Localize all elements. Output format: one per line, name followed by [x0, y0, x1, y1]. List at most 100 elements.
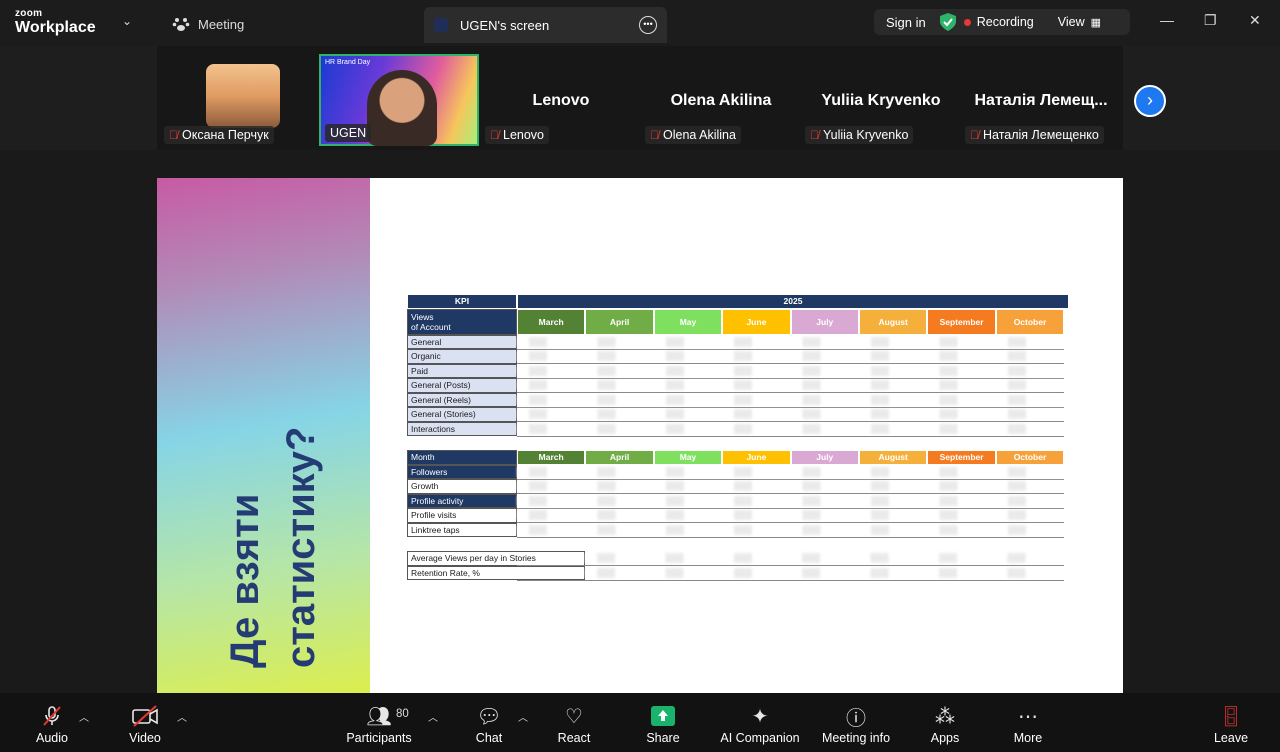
react-button[interactable]: ♡ React	[534, 703, 614, 746]
month-header: August	[859, 450, 928, 465]
month-header: May	[653, 450, 723, 465]
row-label: Linktree taps	[407, 522, 517, 537]
ai-companion-label: AI Companion	[720, 731, 800, 745]
month-header: July	[790, 308, 859, 335]
table-row: Profile visits	[407, 508, 1069, 523]
screen-tab-label: UGEN's screen	[460, 17, 550, 33]
video-off-icon	[105, 703, 185, 729]
video-button[interactable]: Video	[105, 703, 185, 745]
apps-label: Apps	[930, 731, 960, 745]
blurred-values	[517, 510, 1064, 520]
chevron-down-icon[interactable]: ⌄	[122, 14, 132, 28]
shared-screen: Де взяти статистику? KPI 2025 Views of A…	[0, 150, 1280, 693]
ai-companion-button[interactable]: ✦ AI Companion	[715, 703, 805, 746]
table-row: Interactions	[407, 421, 1069, 437]
share-button[interactable]: Share	[623, 703, 703, 745]
meeting-toolbar: Audio ︿ Video ︿ 👥︎ Participants 80 ︿ 💬︎ …	[0, 693, 1280, 752]
month-header: October	[995, 450, 1065, 465]
participant-name: UGEN	[330, 126, 367, 140]
views-rows: General Organic Paid General (Posts) General…	[407, 334, 1069, 437]
row-label: General (Posts)	[407, 378, 517, 393]
blurred-values	[585, 567, 1064, 578]
month-header: September	[927, 308, 996, 335]
slide-title-panel: Де взяти статистику?	[157, 178, 370, 693]
table-row: General (Posts)	[407, 378, 1069, 393]
hr-brand-day-overlay: HR Brand Day	[325, 59, 371, 66]
zoom-logo[interactable]: zoom Workplace	[15, 9, 96, 36]
info-icon: ⓘ	[846, 707, 866, 730]
extra-rows: Average Views per day in Stories Retentio…	[407, 551, 1069, 581]
participant-name: Lenovo	[503, 128, 545, 142]
grid-icon: ▦	[1090, 16, 1102, 29]
close-icon[interactable]: ✕	[1249, 12, 1261, 29]
sign-in-button[interactable]: Sign in	[874, 15, 938, 30]
blurred-values	[517, 365, 1064, 376]
participant-name: Наталія Лемещенко	[983, 128, 1099, 142]
leave-button[interactable]: 🚪︎ Leave	[1191, 703, 1271, 746]
meeting-tab[interactable]: Meeting	[172, 14, 244, 34]
shield-check-icon[interactable]	[939, 13, 956, 31]
recording-indicator[interactable]: Recording	[963, 15, 1034, 29]
row-label: Paid	[407, 363, 517, 378]
ellipsis-icon: ⋯	[1018, 705, 1038, 728]
mic-off-icon: 🎙̸	[810, 128, 819, 142]
table-row: General	[407, 334, 1069, 350]
participant-tile[interactable]: Olena Akilina 🎙̸ Olena Akilina	[641, 54, 801, 146]
more-options-icon[interactable]: •••	[639, 16, 657, 34]
row-label: Growth	[407, 479, 517, 494]
presentation-slide: Де взяти статистику? KPI 2025 Views of A…	[157, 178, 1123, 693]
blurred-values	[517, 524, 1064, 535]
view-button[interactable]: View ▦	[1058, 15, 1101, 29]
participant-tile[interactable]: Yuliia Kryvenko 🎙̸ Yuliia Kryvenko	[801, 54, 961, 146]
restore-icon[interactable]: ❐	[1204, 12, 1217, 29]
blurred-values	[517, 409, 1064, 419]
screen-share-tab[interactable]: UGEN's screen •••	[424, 7, 667, 43]
blurred-values	[517, 336, 1064, 347]
month-header: April	[585, 308, 654, 335]
participants-options-icon[interactable]: ︿	[428, 709, 438, 724]
more-button[interactable]: ⋯ More	[988, 703, 1068, 746]
row-label: Organic	[407, 349, 517, 364]
gallery-strip: 🎙̸ Оксана Перчук HR Brand Day UGEN Lenovo…	[157, 46, 1123, 150]
video-options-icon[interactable]: ︿	[177, 709, 187, 724]
table-row: Growth	[407, 479, 1069, 494]
month-header: March	[517, 308, 586, 335]
table-row: Followers	[407, 464, 1069, 480]
blurred-values	[517, 351, 1064, 361]
months-header-row: Views of Account March April May June July Au…	[407, 308, 1069, 335]
participant-tile[interactable]: 🎙̸ Оксана Перчук	[160, 54, 320, 146]
mic-off-icon: 🎙̸	[169, 128, 178, 142]
table-row: Organic	[407, 349, 1069, 364]
blurred-values	[517, 380, 1064, 390]
row-label: Retention Rate, %	[407, 565, 585, 580]
month-header: May	[653, 308, 723, 335]
table-row: General (Reels)	[407, 392, 1069, 408]
row-label: General (Reels)	[407, 392, 517, 407]
month-header: September	[927, 450, 996, 465]
meeting-tab-label: Meeting	[198, 16, 245, 32]
apps-button[interactable]: ⁂ Apps	[905, 703, 985, 746]
meeting-info-button[interactable]: ⓘ Meeting info	[814, 703, 898, 746]
chevron-right-icon[interactable]: ›	[1134, 85, 1166, 117]
participant-tile[interactable]: Lenovo 🎙̸ Lenovo	[481, 54, 641, 146]
chat-options-icon[interactable]: ︿	[518, 709, 528, 724]
chat-label: Chat	[475, 731, 503, 745]
participant-gallery: 🎙̸ Оксана Перчук HR Brand Day UGEN Lenovo…	[0, 46, 1280, 150]
minimize-icon[interactable]: —	[1160, 12, 1174, 28]
participant-tile[interactable]: Наталія Лемещ... 🎙̸ Наталія Лемещенко	[961, 54, 1121, 146]
recording-label: Recording	[976, 15, 1034, 29]
participant-label: 🎙̸ Yuliia Kryvenko	[805, 126, 914, 144]
participant-label: 🎙̸ Olena Akilina	[645, 126, 741, 144]
table-header-row: KPI 2025	[407, 294, 1069, 309]
chat-button[interactable]: 💬︎ Chat	[449, 703, 529, 746]
table-row: Retention Rate, %	[407, 565, 1069, 581]
audio-options-icon[interactable]: ︿	[79, 709, 89, 724]
chat-icon: 💬︎	[476, 705, 502, 728]
leave-label: Leave	[1213, 731, 1249, 745]
blurred-values	[517, 423, 1064, 434]
logo-bottom-text: Workplace	[15, 19, 96, 36]
table-row: Profile activity	[407, 493, 1069, 509]
table-row: Average Views per day in Stories	[407, 551, 1069, 566]
active-speaker-tile[interactable]: HR Brand Day UGEN	[319, 54, 479, 146]
slide-title: Де взяти статистику?	[217, 427, 329, 668]
